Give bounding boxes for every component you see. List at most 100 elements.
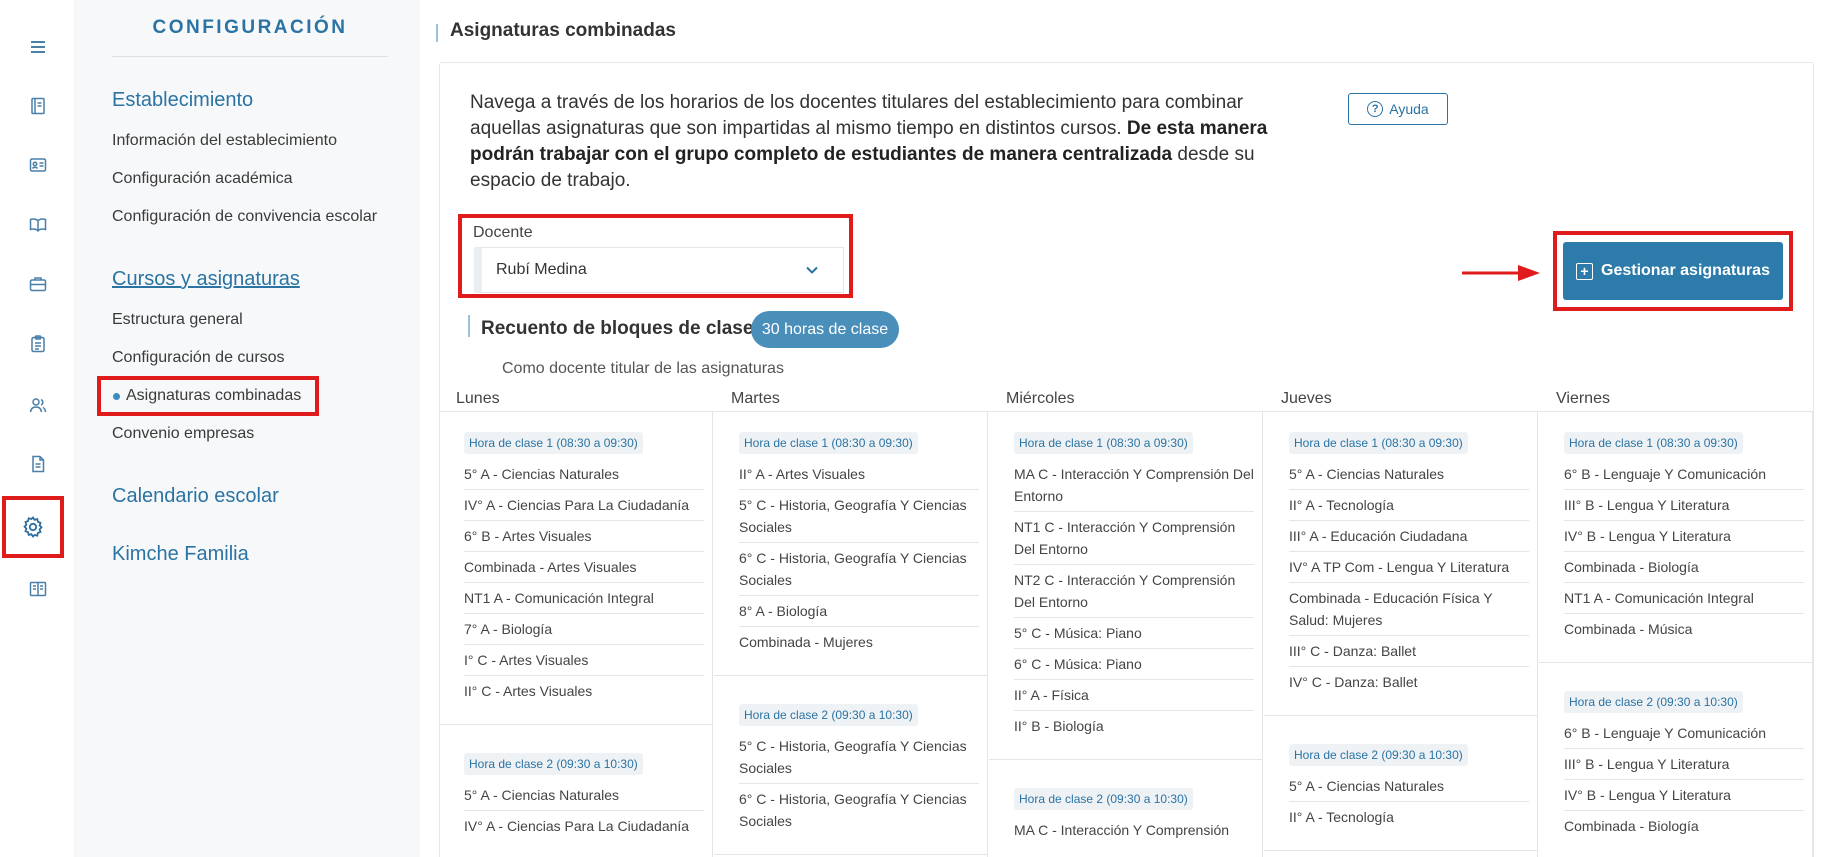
divider	[112, 56, 388, 57]
day-header: Miércoles	[1006, 390, 1075, 407]
subject-item: I° C - Artes Visuales	[464, 645, 704, 676]
day-header: Martes	[731, 390, 780, 407]
docente-value: Rubí Medina	[496, 261, 587, 278]
manage-subjects-button[interactable]: + Gestionar asignaturas	[1563, 242, 1783, 300]
reading-icon[interactable]	[25, 576, 51, 602]
subject-item: IV° B - Lengua Y Literatura	[1564, 780, 1804, 811]
hour-tag: Hora de clase 1 (08:30 a 09:30)	[1289, 432, 1468, 454]
hour-tag: Hora de clase 2 (09:30 a 10:30)	[739, 704, 918, 726]
arrow-icon	[1462, 265, 1540, 281]
hour-tag: Hora de clase 1 (08:30 a 09:30)	[464, 432, 643, 454]
subject-item: NT2 C - Interacción Y Comprensión Del En…	[1014, 565, 1254, 618]
sidebar-item-estructura[interactable]: Estructura general	[112, 311, 243, 329]
class-block: Hora de clase 2 (09:30 a 10:30) 6° B - Le…	[1539, 671, 1812, 857]
subject-item: II° A - Física	[1014, 680, 1254, 711]
subject-item: III° C - Danza: Ballet	[1289, 636, 1529, 667]
hour-tag: Hora de clase 2 (09:30 a 10:30)	[1014, 788, 1193, 810]
hour-tag: Hora de clase 1 (08:30 a 09:30)	[1014, 432, 1193, 454]
subject-item: 6° B - Lenguaje Y Comunicación	[1564, 718, 1804, 749]
subject-item: III° B - Lengua Y Literatura	[1564, 490, 1804, 521]
id-card-icon[interactable]	[25, 152, 51, 178]
users-icon[interactable]	[25, 392, 51, 418]
hour-tag: Hora de clase 2 (09:30 a 10:30)	[1564, 691, 1743, 713]
plus-square-icon: +	[1576, 262, 1594, 280]
section-cursos[interactable]: Cursos y asignaturas	[112, 268, 300, 291]
section-establecimiento[interactable]: Establecimiento	[112, 89, 253, 112]
menu-icon[interactable]	[25, 34, 51, 60]
hour-tag: Hora de clase 2 (09:30 a 10:30)	[1289, 744, 1468, 766]
class-block: Hora de clase 2 (09:30 a 10:30) MA C - In…	[989, 768, 1262, 857]
subject-item: 5° A - Ciencias Naturales	[464, 459, 704, 490]
subject-item: II° C - Artes Visuales	[464, 683, 593, 699]
subject-item: 7° A - Biología	[464, 614, 704, 645]
briefcase-icon[interactable]	[25, 271, 51, 297]
subject-item: 5° C - Historia, Geografía Y Ciencias So…	[739, 731, 979, 784]
section-calendario[interactable]: Calendario escolar	[112, 485, 279, 508]
help-button[interactable]: ? Ayuda	[1348, 93, 1448, 125]
sidebar-item-convenio[interactable]: Convenio empresas	[112, 425, 254, 443]
subject-item: 6° B - Lenguaje Y Comunicación	[1564, 459, 1804, 490]
day-header: Lunes	[456, 390, 500, 407]
subject-item: 5° C - Música: Piano	[1014, 618, 1254, 649]
subject-item: MA C - Interacción Y Comprensión	[1014, 822, 1230, 838]
config-sidebar: CONFIGURACIÓN Establecimiento Informació…	[75, 0, 420, 857]
hours-badge: 30 horas de clase	[751, 311, 899, 348]
subject-item: Combinada - Música	[1564, 621, 1693, 637]
count-accent	[468, 315, 470, 337]
help-label: Ayuda	[1389, 101, 1429, 117]
subject-item: III° A - Educación Ciudadana	[1289, 521, 1529, 552]
sidebar-item-academica[interactable]: Configuración académica	[112, 170, 293, 188]
subject-item: 5° A - Ciencias Naturales	[1289, 459, 1529, 490]
subject-item: IV° A - Ciencias Para La Ciudadanía	[464, 490, 704, 521]
manage-label: Gestionar asignaturas	[1601, 262, 1770, 279]
subject-item: 8° A - Biología	[739, 596, 979, 627]
day-column: Hora de clase 1 (08:30 a 09:30) 5° A - Ci…	[439, 412, 713, 857]
hour-tag: Hora de clase 1 (08:30 a 09:30)	[1564, 432, 1743, 454]
sidebar-item-info[interactable]: Información del establecimiento	[112, 132, 337, 150]
sidebar-item-label: Asignaturas combinadas	[126, 387, 302, 404]
clipboard-icon[interactable]	[25, 331, 51, 357]
page-title: Asignaturas combinadas	[450, 20, 676, 41]
docente-field: Docente Rubí Medina	[458, 214, 853, 298]
section-familia[interactable]: Kimche Familia	[112, 543, 249, 566]
subject-item: 6° C - Historia, Geografía Y Ciencias So…	[739, 543, 979, 596]
subject-item: II° A - Artes Visuales	[739, 459, 979, 490]
class-block: Hora de clase 1 (08:30 a 09:30) 6° B - Le…	[1539, 412, 1812, 663]
count-note: Como docente titular de las asignaturas	[502, 360, 784, 377]
subject-item: Combinada - Biología	[1564, 552, 1804, 583]
sidebar-item-combinadas[interactable]: Asignaturas combinadas	[97, 376, 319, 416]
subject-item: IV° A - Ciencias Para La Ciudadanía	[464, 818, 690, 834]
settings-nav-button[interactable]	[2, 496, 64, 558]
icon-rail	[0, 0, 75, 857]
subject-item: 5° A - Ciencias Naturales	[1289, 771, 1529, 802]
docente-select[interactable]: Rubí Medina	[474, 247, 844, 293]
subject-item: 6° C - Historia, Geografía Y Ciencias So…	[739, 791, 967, 829]
sidebar-item-cursos[interactable]: Configuración de cursos	[112, 349, 285, 367]
day-column: Hora de clase 1 (08:30 a 09:30) MA C - In…	[989, 412, 1263, 857]
class-block: Hora de clase 2 (09:30 a 10:30) 5° A - Ci…	[439, 733, 712, 857]
open-book-icon[interactable]	[25, 212, 51, 238]
subject-item: 6° C - Música: Piano	[1014, 649, 1254, 680]
gear-icon	[21, 515, 45, 539]
active-dot	[113, 392, 120, 400]
subject-item: Combinada - Artes Visuales	[464, 552, 704, 583]
subject-item: III° B - Lengua Y Literatura	[1564, 749, 1804, 780]
subject-item: Combinada - Educación Física Y Salud: Mu…	[1289, 583, 1529, 636]
subject-item: 6° B - Artes Visuales	[464, 521, 704, 552]
class-block: Hora de clase 1 (08:30 a 09:30) II° A - A…	[714, 412, 987, 676]
question-icon: ?	[1367, 101, 1384, 117]
subject-item: MA C - Interacción Y Comprensión Del Ent…	[1014, 459, 1254, 512]
chevron-down-icon	[805, 263, 819, 282]
manage-highlight: + Gestionar asignaturas	[1553, 231, 1793, 311]
docente-label: Docente	[473, 224, 533, 241]
document-icon[interactable]	[25, 451, 51, 477]
subject-item: 5° C - Historia, Geografía Y Ciencias So…	[739, 490, 979, 543]
subject-item: NT1 C - Interacción Y Comprensión Del En…	[1014, 512, 1254, 565]
subject-item: IV° C - Danza: Ballet	[1289, 674, 1418, 690]
class-block: Hora de clase 1 (08:30 a 09:30) 5° A - Ci…	[439, 412, 712, 725]
book-icon[interactable]	[25, 93, 51, 119]
subject-item: Combinada - Mujeres	[739, 634, 873, 650]
sidebar-item-convivencia[interactable]: Configuración de convivencia escolar	[112, 208, 377, 226]
subject-item: Combinada - Biología	[1564, 818, 1699, 834]
title-accent	[436, 24, 438, 42]
